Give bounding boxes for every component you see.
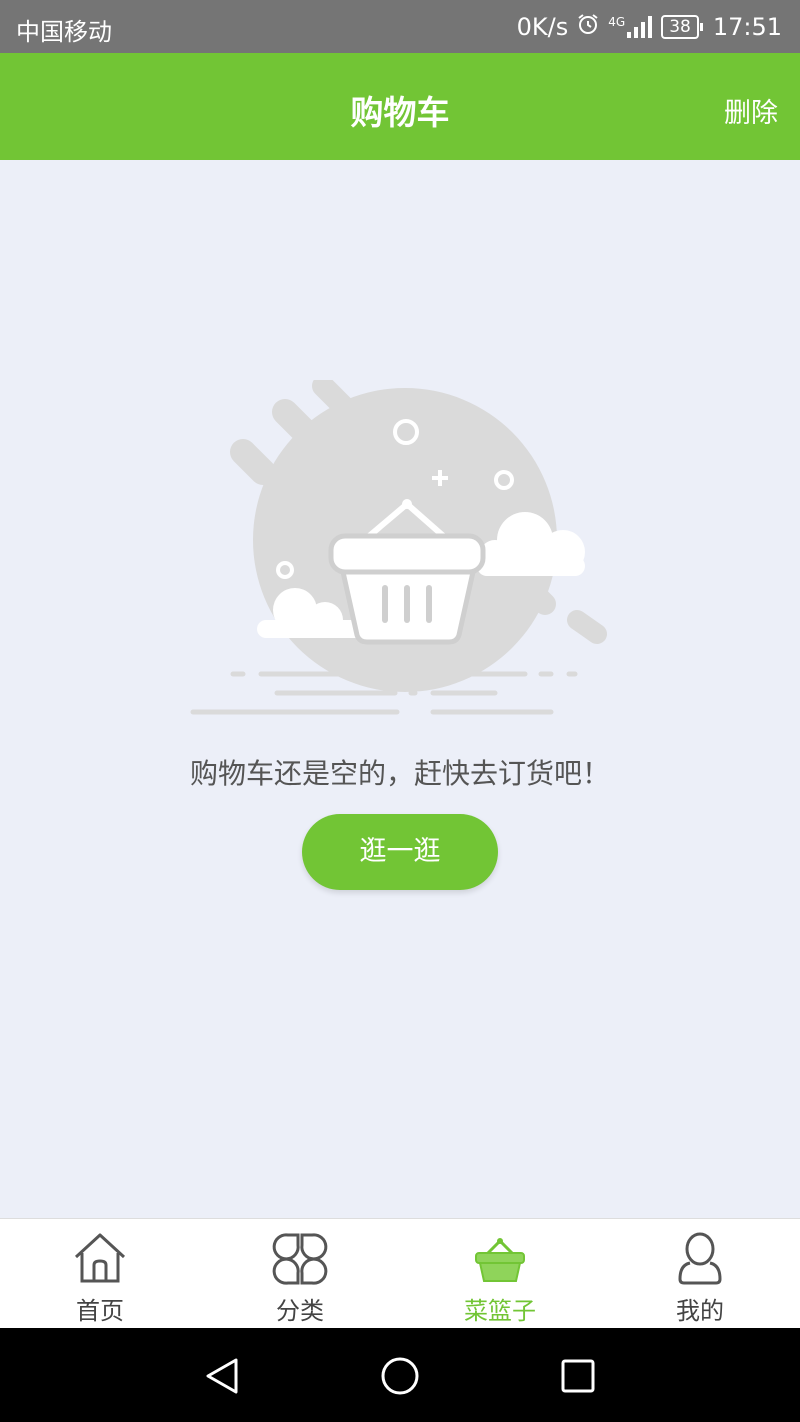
tab-label: 分类 (276, 1297, 324, 1325)
tab-label: 我的 (676, 1297, 724, 1325)
home-icon (70, 1229, 130, 1289)
back-triangle-icon[interactable] (202, 1356, 242, 1396)
tab-category[interactable]: 分类 (200, 1219, 400, 1329)
clock: 17:51 (712, 13, 782, 41)
bottom-tab-bar: 首页 分类 菜篮子 我的 (0, 1218, 800, 1329)
system-nav-bar (0, 1328, 800, 1422)
signal-icon: 4G (608, 16, 653, 38)
network-speed: 0K/s (516, 13, 569, 41)
tab-label: 菜篮子 (464, 1297, 536, 1325)
browse-button[interactable]: 逛一逛 (302, 814, 498, 890)
page-title: 购物车 (350, 93, 450, 132)
status-bar: 中国移动 0K/s 4G 38 17:51 (0, 0, 800, 53)
tab-basket[interactable]: 菜篮子 (400, 1219, 600, 1329)
user-icon (670, 1229, 730, 1289)
tab-home[interactable]: 首页 (0, 1219, 200, 1329)
alarm-icon (576, 12, 600, 42)
delete-button[interactable]: 删除 (724, 91, 778, 130)
category-icon (270, 1229, 330, 1289)
network-type: 4G (608, 15, 626, 29)
home-circle-icon[interactable] (380, 1356, 420, 1396)
empty-cart-message: 购物车还是空的，赶快去订货吧！ (189, 757, 610, 790)
cart-content: 购物车还是空的，赶快去订货吧！ 逛一逛 (0, 160, 800, 1218)
carrier-name: 中国移动 (16, 18, 112, 46)
app-bar: 购物车 删除 (0, 53, 800, 160)
recents-square-icon[interactable] (558, 1356, 598, 1396)
empty-basket-illustration (185, 375, 615, 720)
tab-label: 首页 (76, 1297, 124, 1325)
battery-icon: 38 (661, 15, 703, 39)
status-indicators: 0K/s 4G 38 17:51 (517, 12, 782, 42)
tab-mine[interactable]: 我的 (600, 1219, 800, 1329)
basket-icon (470, 1229, 530, 1289)
